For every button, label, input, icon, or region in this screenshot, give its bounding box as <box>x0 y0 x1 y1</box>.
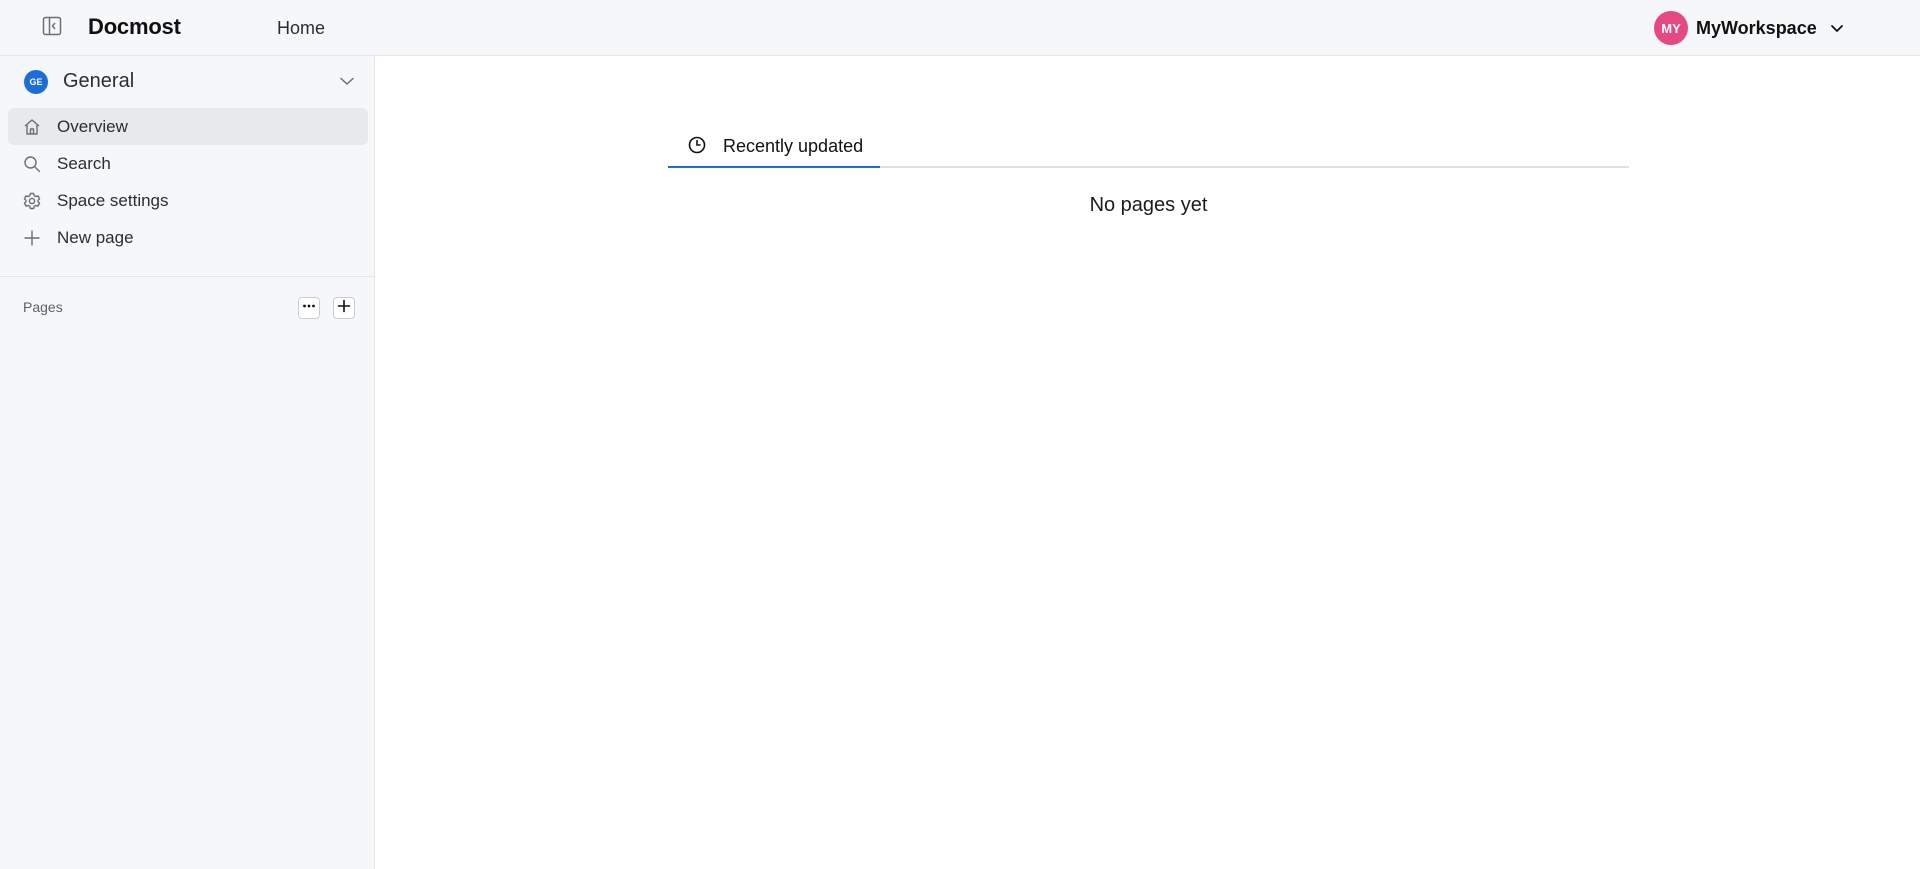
tab-recently-updated[interactable]: Recently updated <box>668 123 880 168</box>
space-sidebar: GE General Overview Search Space setting… <box>0 56 375 869</box>
sidebar-divider <box>0 276 375 277</box>
sidebar-item-space-settings[interactable]: Space settings <box>8 182 368 219</box>
workspace-avatar: MY <box>1654 11 1688 45</box>
workspace-name: MyWorkspace <box>1696 17 1817 38</box>
sidebar-collapse-icon <box>42 16 62 41</box>
plus-icon <box>337 299 351 318</box>
clock-icon <box>687 135 707 155</box>
space-name: General <box>63 70 135 92</box>
overview-tabs: Recently updated <box>668 123 1629 168</box>
plus-icon <box>22 228 42 248</box>
sidebar-toggle-button[interactable] <box>40 16 64 40</box>
chevron-down-icon <box>1829 20 1845 36</box>
sidebar-item-label: Space settings <box>57 190 169 210</box>
search-icon <box>22 154 42 174</box>
top-header: Docmost Home MY MyWorkspace <box>0 0 1920 56</box>
sidebar-item-new-page[interactable]: New page <box>8 219 368 256</box>
space-avatar: GE <box>24 70 48 94</box>
pages-more-button[interactable] <box>298 297 320 319</box>
sidebar-item-search[interactable]: Search <box>8 145 368 182</box>
workspace-menu-button[interactable]: MY MyWorkspace <box>1654 11 1845 45</box>
sidebar-item-label: New page <box>57 227 134 247</box>
dots-horizontal-icon <box>302 299 316 318</box>
gear-icon <box>22 191 42 211</box>
chevron-down-icon <box>338 72 356 90</box>
add-page-button[interactable] <box>333 297 355 319</box>
empty-state-text: No pages yet <box>1089 194 1208 216</box>
sidebar-item-overview[interactable]: Overview <box>8 108 368 145</box>
home-icon <box>22 117 42 137</box>
sidebar-menu: Overview Search Space settings New page <box>8 108 368 256</box>
sidebar-item-label: Overview <box>57 116 128 136</box>
sidebar-item-label: Search <box>57 153 111 173</box>
tab-label: Recently updated <box>723 136 864 156</box>
nav-home-link[interactable]: Home <box>277 18 325 39</box>
space-switcher[interactable]: GE General <box>0 56 375 106</box>
pages-section-label: Pages <box>23 299 63 315</box>
app-logo-text[interactable]: Docmost <box>88 14 181 40</box>
main-content: Recently updated No pages yet <box>376 56 1920 869</box>
